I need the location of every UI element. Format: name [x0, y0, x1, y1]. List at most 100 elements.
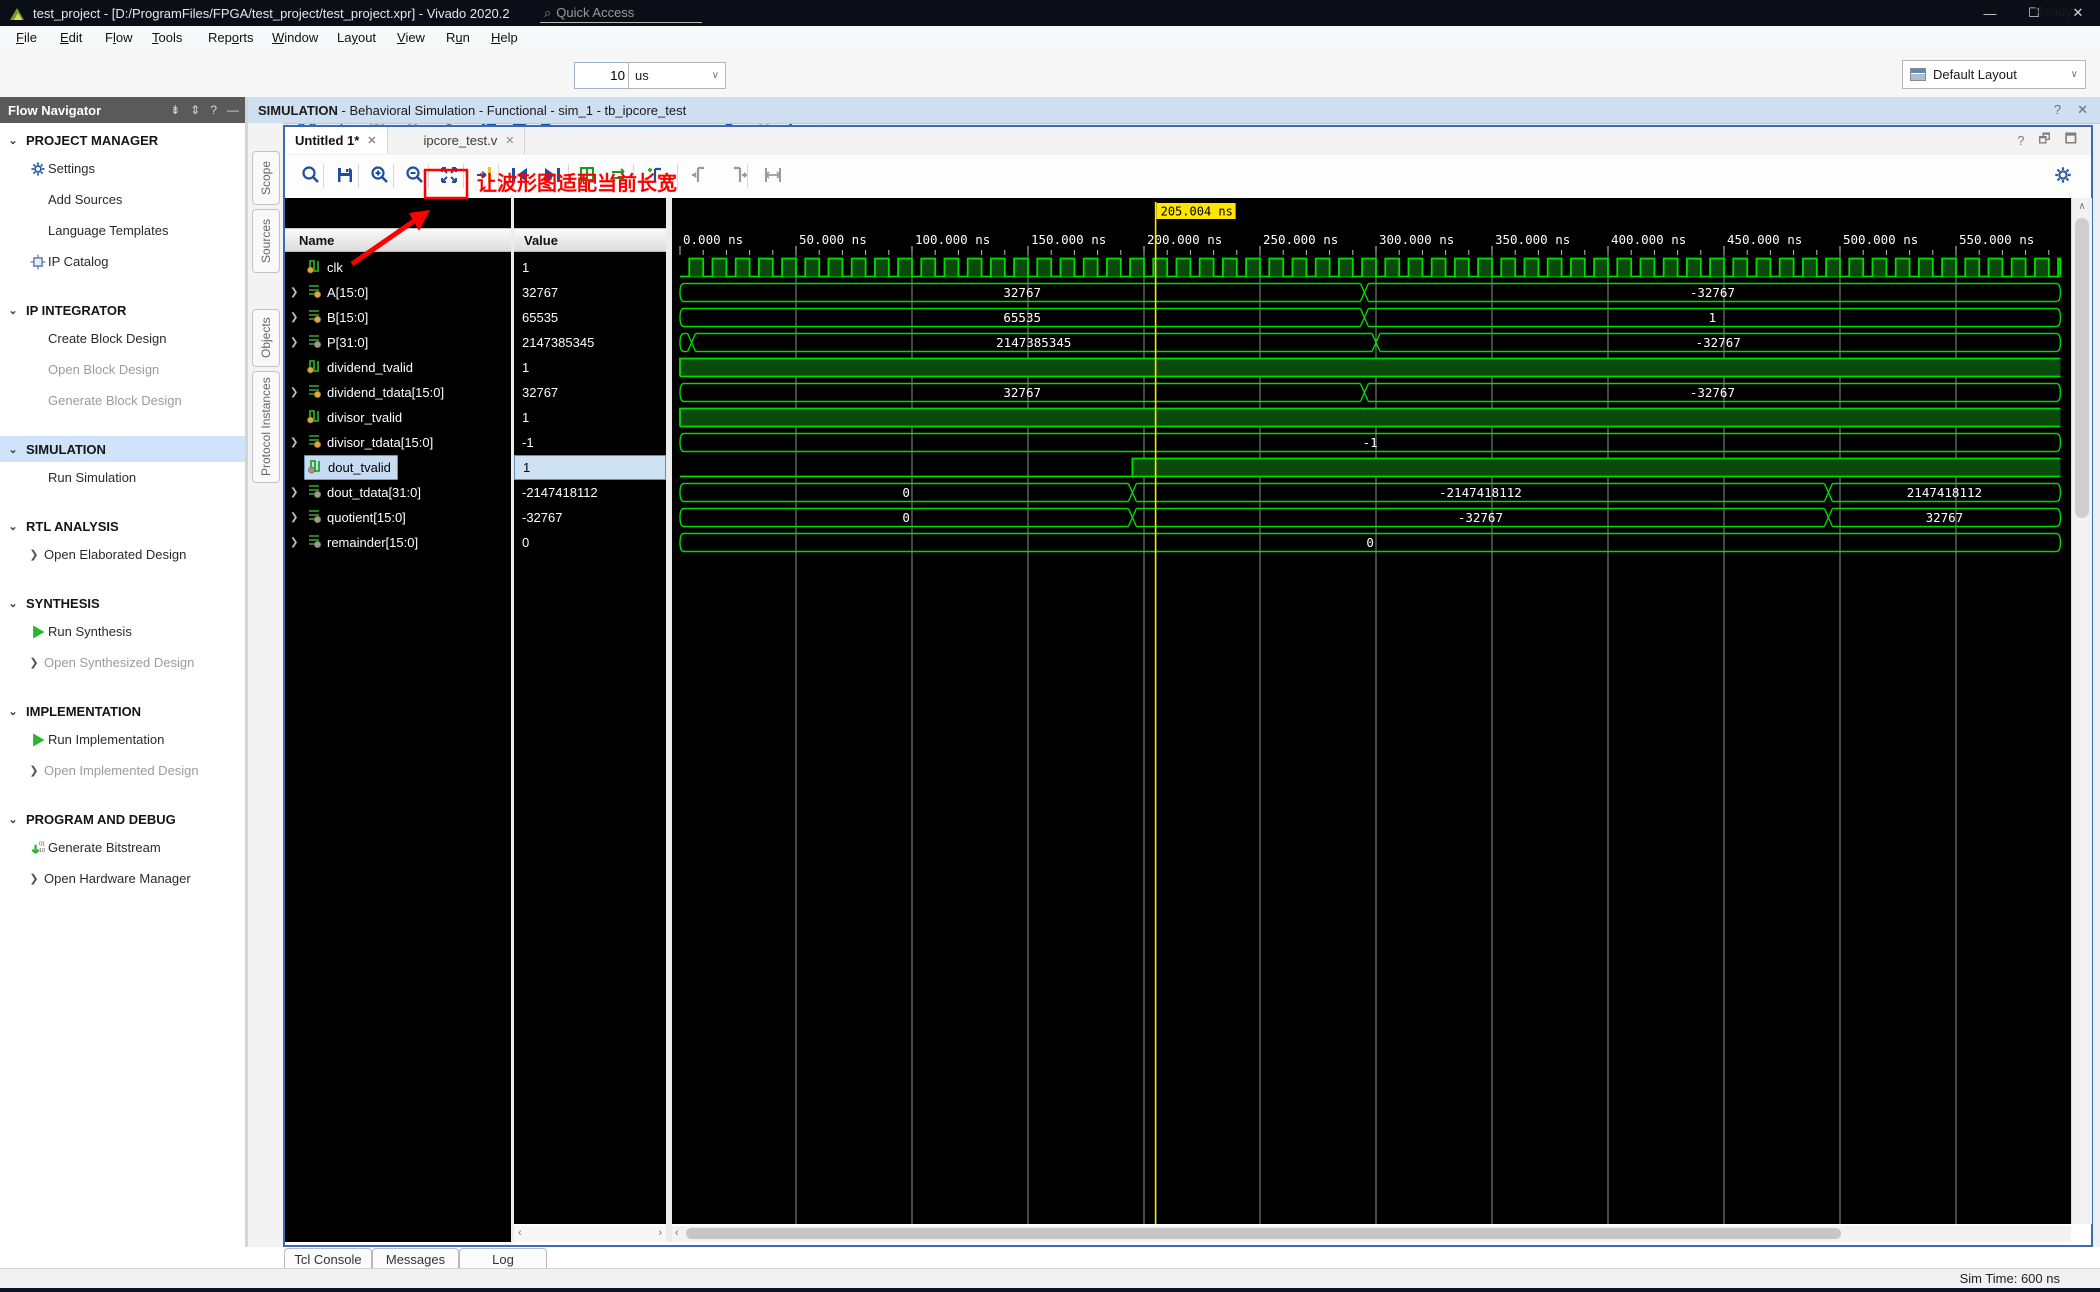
- run-time-input[interactable]: [574, 62, 631, 89]
- show-span-icon[interactable]: [759, 161, 787, 189]
- chevron-right-icon[interactable]: ❯: [290, 437, 304, 448]
- signal-row-clk[interactable]: clk: [285, 255, 511, 280]
- chevron-right-icon[interactable]: ❯: [290, 512, 304, 523]
- swap-cursors-icon[interactable]: [605, 161, 633, 189]
- flow-item-language-templates[interactable]: Language Templates: [0, 215, 245, 246]
- signal-value-divisor_tvalid[interactable]: 1: [514, 405, 666, 430]
- menu-layout[interactable]: Layout: [337, 29, 376, 47]
- menu-view[interactable]: View: [397, 29, 425, 47]
- menu-tools[interactable]: Tools: [152, 29, 182, 47]
- signal-value-B150[interactable]: 65535: [514, 305, 666, 330]
- name-column-header[interactable]: Name: [285, 228, 511, 252]
- flow-section-ip-integrator[interactable]: ⌄ IP INTEGRATOR: [0, 297, 245, 323]
- close-icon[interactable]: ✕: [367, 134, 376, 147]
- value-column-header[interactable]: Value: [514, 228, 666, 252]
- signal-value-dividend_tvalid[interactable]: 1: [514, 355, 666, 380]
- chevron-right-icon[interactable]: ❯: [290, 537, 304, 548]
- side-tab-sources[interactable]: Sources: [252, 209, 280, 273]
- save-waveform-icon[interactable]: [331, 161, 359, 189]
- previous-marker-icon[interactable]: [687, 161, 715, 189]
- signal-value-clk[interactable]: 1: [514, 255, 666, 280]
- chevron-right-icon[interactable]: ❯: [290, 487, 304, 498]
- signal-row-dividend_tdata150[interactable]: ❯ dividend_tdata[15:0]: [285, 380, 511, 405]
- close-icon[interactable]: ✕: [505, 134, 514, 147]
- value-horizontal-scrollbar[interactable]: ‹ ›: [514, 1226, 666, 1242]
- signal-row-B150[interactable]: ❯ B[15:0]: [285, 305, 511, 330]
- signal-value-quotient150[interactable]: -32767: [514, 505, 666, 530]
- signal-value-remainder150[interactable]: 0: [514, 530, 666, 555]
- chevron-right-icon[interactable]: ❯: [290, 387, 304, 398]
- help-icon[interactable]: ?: [210, 103, 217, 117]
- flow-item-create-block-design[interactable]: Create Block Design: [0, 323, 245, 354]
- menu-run[interactable]: Run: [446, 29, 470, 47]
- expand-icon[interactable]: ⇕: [190, 103, 200, 117]
- zoom-fit-icon[interactable]: [435, 161, 463, 189]
- flow-item-run-simulation[interactable]: Run Simulation: [0, 462, 245, 493]
- flow-item-open-synthesized-design[interactable]: ❯ Open Synthesized Design: [0, 647, 245, 678]
- bottom-tab-tcl-console[interactable]: Tcl Console: [284, 1248, 372, 1269]
- scrollbar-thumb[interactable]: [2075, 218, 2089, 518]
- flow-item-open-implemented-design[interactable]: ❯ Open Implemented Design: [0, 755, 245, 786]
- help-icon[interactable]: ?: [2054, 102, 2061, 118]
- flow-section-rtl-analysis[interactable]: ⌄ RTL ANALYSIS: [0, 513, 245, 539]
- chevron-right-icon[interactable]: ❯: [24, 656, 44, 669]
- flow-item-open-block-design[interactable]: Open Block Design: [0, 354, 245, 385]
- flow-section-synthesis[interactable]: ⌄ SYNTHESIS: [0, 590, 245, 616]
- maximize-panel-icon[interactable]: 🗖: [2065, 130, 2077, 152]
- signal-value-dout_tvalid[interactable]: 1: [514, 455, 666, 480]
- flow-item-open-elaborated-design[interactable]: ❯ Open Elaborated Design: [0, 539, 245, 570]
- signal-value-P310[interactable]: 2147385345: [514, 330, 666, 355]
- menu-reports[interactable]: Reports: [208, 29, 254, 47]
- flow-section-project-manager[interactable]: ⌄ PROJECT MANAGER: [0, 127, 245, 153]
- menu-help[interactable]: Help: [491, 29, 518, 47]
- flow-section-implementation[interactable]: ⌄ IMPLEMENTATION: [0, 698, 245, 724]
- menu-window[interactable]: Window: [272, 29, 318, 47]
- side-tab-objects[interactable]: Objects: [252, 309, 280, 367]
- float-window-icon[interactable]: 🗗: [2038, 130, 2050, 152]
- menu-edit[interactable]: Edit: [60, 29, 82, 47]
- signal-row-divisor_tdata150[interactable]: ❯ divisor_tdata[15:0]: [285, 430, 511, 455]
- flow-section-simulation[interactable]: ⌄ SIMULATION: [0, 436, 245, 462]
- layout-selector[interactable]: Default Layout ∨: [1902, 60, 2086, 89]
- flow-item-run-synthesis[interactable]: Run Synthesis: [0, 616, 245, 647]
- chevron-right-icon[interactable]: ❯: [290, 337, 304, 348]
- signal-value-A150[interactable]: 32767: [514, 280, 666, 305]
- side-tab-protocol-instances[interactable]: Protocol Instances: [252, 371, 280, 483]
- add-marker-icon[interactable]: [640, 161, 668, 189]
- scroll-left-icon[interactable]: ‹: [518, 1227, 522, 1239]
- flow-section-program-and-debug[interactable]: ⌄ PROGRAM AND DEBUG: [0, 806, 245, 832]
- bottom-tab-log[interactable]: Log: [459, 1248, 547, 1269]
- chevron-right-icon[interactable]: ❯: [290, 312, 304, 323]
- flow-item-generate-block-design[interactable]: Generate Block Design: [0, 385, 245, 416]
- chevron-right-icon[interactable]: ❯: [290, 287, 304, 298]
- zoom-to-cursor-icon[interactable]: [471, 161, 499, 189]
- scrollbar-thumb[interactable]: [686, 1228, 1841, 1239]
- signal-row-A150[interactable]: ❯ A[15:0]: [285, 280, 511, 305]
- scroll-right-icon[interactable]: ›: [658, 1227, 662, 1239]
- wave-tab-ipcore-test-v[interactable]: ipcore_test.v ✕: [414, 127, 526, 154]
- find-icon[interactable]: [297, 161, 325, 189]
- flow-item-ip-catalog[interactable]: IP Catalog: [0, 246, 245, 277]
- minimize-panel-icon[interactable]: —: [227, 103, 239, 117]
- flow-item-settings[interactable]: Settings: [0, 153, 245, 184]
- waveform-settings-gear-icon[interactable]: [2049, 161, 2077, 189]
- chevron-right-icon[interactable]: ❯: [24, 872, 44, 885]
- flow-item-run-implementation[interactable]: Run Implementation: [0, 724, 245, 755]
- minimize-icon[interactable]: —: [1968, 0, 2012, 26]
- signal-row-quotient150[interactable]: ❯ quotient[15:0]: [285, 505, 511, 530]
- scroll-left-icon[interactable]: ‹: [675, 1227, 679, 1239]
- signal-row-dout_tdata310[interactable]: ❯ dout_tdata[31:0]: [285, 480, 511, 505]
- signal-value-divisor_tdata150[interactable]: -1: [514, 430, 666, 455]
- flow-item-add-sources[interactable]: Add Sources: [0, 184, 245, 215]
- signal-row-dout_tvalid[interactable]: dout_tvalid: [285, 455, 511, 480]
- menu-file[interactable]: File: [16, 29, 37, 47]
- signal-value-dout_tdata310[interactable]: -2147418112: [514, 480, 666, 505]
- bottom-tab-messages[interactable]: Messages: [372, 1248, 459, 1269]
- chevron-right-icon[interactable]: ❯: [24, 764, 44, 777]
- waveform-horizontal-scrollbar[interactable]: ‹: [672, 1226, 2071, 1242]
- help-icon[interactable]: ?: [2017, 133, 2024, 148]
- zoom-out-icon[interactable]: [401, 161, 429, 189]
- close-icon[interactable]: ✕: [2077, 102, 2088, 118]
- wave-tab-untitled-1-[interactable]: Untitled 1* ✕: [285, 127, 388, 154]
- chevron-right-icon[interactable]: ❯: [24, 548, 44, 561]
